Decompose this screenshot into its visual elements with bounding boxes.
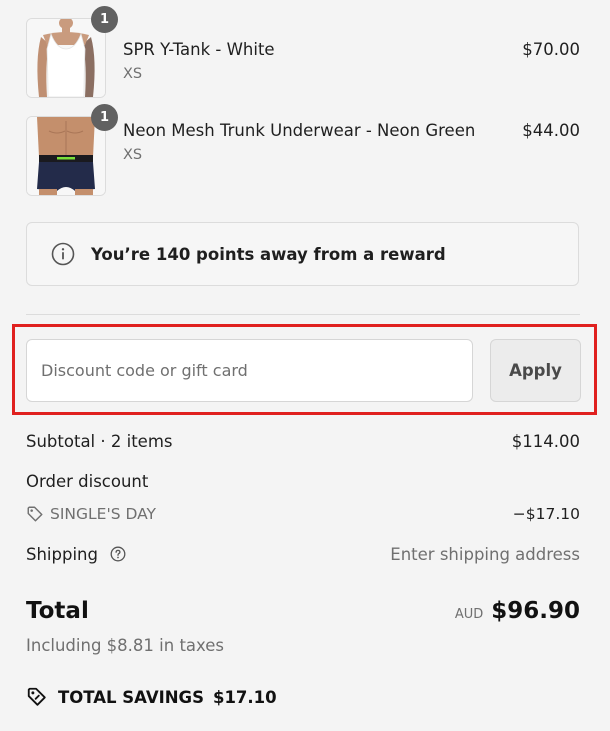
rewards-message: You’re 140 points away from a reward [91,244,446,264]
item-variant: XS [123,66,143,82]
order-discount-row: Order discount [26,468,580,494]
currency-code: AUD [454,607,484,622]
discount-value: −$17.10 [512,505,580,523]
shipping-row: Shipping Enter shipping address [26,541,580,567]
discount-code-name: SINGLE'S DAY [50,505,157,523]
item-title: SPR Y-Tank - White [123,40,275,59]
quantity-badge: 1 [91,6,118,33]
item-info: SPR Y-Tank - White XS [123,18,522,85]
taxes-row: Including $8.81 in taxes [26,632,580,658]
order-discount-label: Order discount [26,471,149,491]
total-row: Total AUD $96.90 [26,593,580,629]
savings-value: $17.10 [212,687,277,707]
taxes-note: Including $8.81 in taxes [26,635,225,655]
discount-code-input[interactable] [26,339,473,402]
apply-discount-button[interactable]: Apply [490,339,581,402]
help-icon[interactable] [110,546,126,562]
item-info: Neon Mesh Trunk Underwear - Neon Green X… [123,116,522,166]
item-title: Neon Mesh Trunk Underwear - Neon Green [123,121,476,140]
shipping-label: Shipping [26,544,98,564]
subtotal-label: Subtotal · 2 items [26,431,173,451]
shipping-value: Enter shipping address [390,544,580,564]
product-thumbnail: 1 [26,104,118,196]
subtotal-row: Subtotal · 2 items $114.00 [26,428,580,454]
section-divider [26,314,580,315]
subtotal-value: $114.00 [511,431,580,451]
total-savings: TOTAL SAVINGS $17.10 [26,686,277,708]
tag-icon [27,506,43,522]
info-icon [51,242,75,266]
total-value: $96.90 [491,598,580,624]
white-tank-top-photo [26,18,106,98]
discount-code-row: SINGLE'S DAY −$17.10 [26,501,580,527]
rewards-banner: You’re 140 points away from a reward [26,222,579,286]
applied-discount: SINGLE'S DAY [26,505,156,523]
line-item: 1 SPR Y-Tank - White XS $70.00 [26,6,580,98]
savings-tag-icon [27,687,46,706]
item-price: $44.00 [522,121,580,140]
item-price: $70.00 [522,40,580,59]
shipping-label-group: Shipping [26,545,126,564]
line-item: 1 Neon Mesh Trunk Underwear - Neon Green… [26,104,580,196]
total-label: Total [26,598,89,624]
product-thumbnail: 1 [26,6,118,98]
quantity-badge: 1 [91,104,118,131]
trunk-underwear-photo [26,116,106,196]
total-amount-group: AUD $96.90 [455,598,580,624]
savings-label: TOTAL SAVINGS [58,687,204,707]
item-variant: XS [123,147,143,163]
